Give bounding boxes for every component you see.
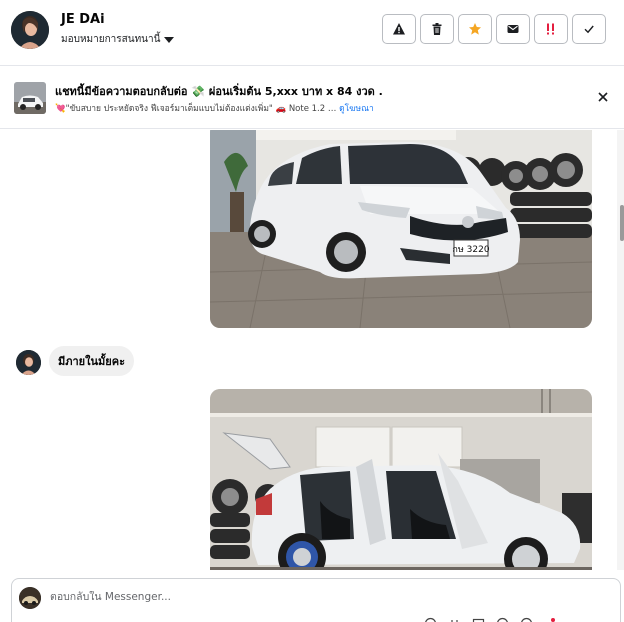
assign-label: มอบหมายการสนทนานี้ [61,34,161,45]
mail-icon [507,25,519,33]
assign-conversation-dropdown[interactable]: มอบหมายการสนทนานี้ [61,32,175,47]
trash-icon [432,23,442,35]
page-avatar [19,587,41,609]
report-spam-button[interactable] [382,14,416,44]
composer-toolbar [424,617,557,622]
inbox-conversation: JE DAi มอบหมายการสนทนานี้ แชทนี้มีข้อควา… [0,0,624,622]
conversation-actions [382,14,606,44]
follow-up-button[interactable] [534,14,568,44]
message-thread: กษ 3220 มีภายในมั้ยคะ [0,130,614,570]
ad-subtitle: 💘"ขับสบาย ประหยัดจริง ฟีเจอร์มาเต็มแบบไม… [55,101,374,115]
mark-unread-button[interactable] [496,14,530,44]
delete-button[interactable] [420,14,454,44]
ad-title: แชทนี้มีข้อความตอบกลับต่อ 💸 ผ่อนเริ่มต้น… [55,85,383,98]
saved-reply-icon[interactable] [520,617,533,622]
ad-context-banner: แชทนี้มีข้อความตอบกลับต่อ 💸 ผ่อนเริ่มต้น… [0,66,624,129]
license-plate: กษ 3220 [452,245,489,255]
star-button[interactable] [458,14,492,44]
attachment-icon[interactable] [448,617,461,622]
star-icon [469,23,481,35]
ad-thumbnail[interactable] [14,82,46,114]
car-photo-front[interactable]: กษ 3220 [210,130,592,328]
mark-done-button[interactable] [572,14,606,44]
ad-subtitle-text: 💘"ขับสบาย ประหยัดจริง ฟีเจอร์มาเต็มแบบไม… [55,104,337,114]
checkmark-icon [584,25,594,34]
follow-up-icon [547,23,554,35]
reply-input[interactable] [50,591,450,603]
scrollbar-thumb[interactable] [620,205,624,241]
reply-composer [11,578,621,622]
close-icon[interactable] [596,90,610,104]
contact-avatar[interactable] [11,11,49,49]
emoji-icon[interactable] [424,617,437,622]
car-photo-side[interactable] [210,389,592,570]
sender-avatar[interactable] [16,350,41,375]
conversation-header: JE DAi มอบหมายการสนทนานี้ [0,0,624,66]
warning-icon [393,23,405,35]
view-ad-link[interactable]: ดูโฆษณา [339,104,374,114]
image-icon[interactable] [472,617,485,622]
contact-name[interactable]: JE DAi [61,12,105,27]
incoming-message-bubble[interactable]: มีภายในมั้ยคะ [49,346,134,376]
more-options-icon[interactable] [544,617,557,622]
gif-icon[interactable] [496,617,509,622]
thread-scrollbar[interactable] [617,130,624,570]
chevron-down-icon [164,36,175,43]
